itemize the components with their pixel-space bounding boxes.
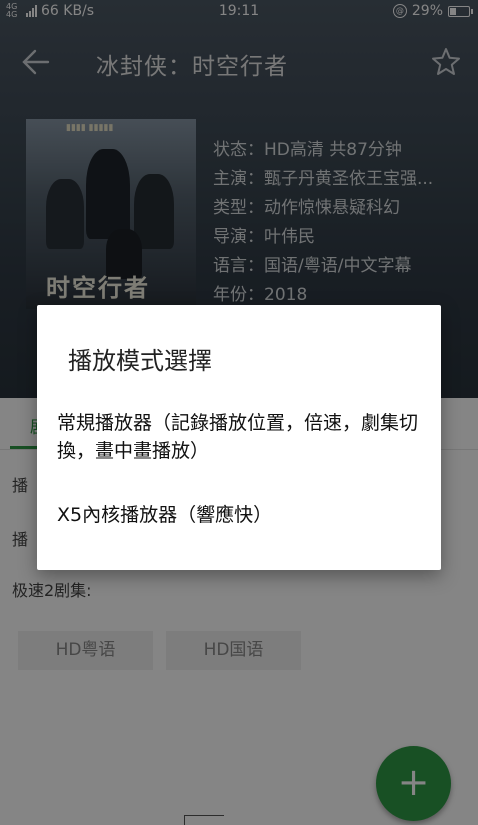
option-standard-player[interactable]: 常規播放器（記錄播放位置，倍速，劇集切換，畫中畫播放） — [57, 409, 425, 465]
play-mode-dialog: 播放模式選擇 常規播放器（記錄播放位置，倍速，劇集切換，畫中畫播放） X5內核播… — [37, 305, 441, 570]
option-x5-player[interactable]: X5內核播放器（響應快） — [57, 501, 425, 529]
dialog-title: 播放模式選擇 — [68, 347, 212, 375]
